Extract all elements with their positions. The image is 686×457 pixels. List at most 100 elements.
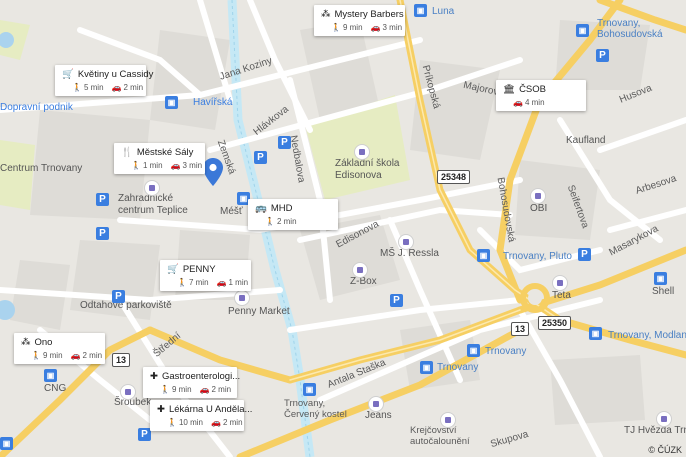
place-label: MŠ J. Ressla (380, 248, 439, 259)
walk-time: 🚶 7 min (177, 278, 209, 287)
walk-time: 🚶 1 min (131, 161, 163, 170)
drive-time: 🚗 2 min (210, 418, 243, 427)
place-label: Trnovany, Modlanská (608, 330, 686, 341)
poi-card-mestske-saly[interactable]: 🍴 Městské Sály 🚶 1 min 🚗 3 min (114, 143, 205, 174)
car-icon: 🚗 (170, 161, 181, 170)
poi-title: Mystery Barbers (334, 9, 404, 20)
car-icon: 🚗 (111, 83, 122, 92)
walk-icon: 🚶 (131, 161, 141, 170)
cart-icon: 🛒 (167, 264, 179, 275)
parking-icon[interactable]: P (96, 227, 109, 240)
shop-icon[interactable] (352, 262, 368, 278)
bus-stop-icon[interactable]: ▣ (576, 24, 589, 37)
bus-stop-icon[interactable]: ▣ (477, 249, 490, 262)
place-label: OBI (530, 203, 548, 214)
location-pin-icon[interactable] (203, 158, 223, 186)
bus-icon: 🚌 (255, 203, 267, 214)
place-label: Shell (652, 286, 675, 297)
shop-icon[interactable] (234, 290, 250, 306)
route-shield: 25348 (437, 170, 471, 184)
parking-icon[interactable]: P (112, 290, 125, 303)
place-label: Šroubek (114, 397, 152, 408)
route-shield: 25350 (538, 316, 572, 330)
bus-stop-icon[interactable]: ▣ (0, 437, 13, 450)
bus-stop-icon[interactable]: ▣ (420, 361, 433, 374)
shop-icon[interactable] (440, 412, 456, 428)
plus-icon: ✚ (150, 371, 158, 382)
tree-icon: ⁂ (321, 9, 331, 20)
school-icon[interactable] (398, 234, 414, 250)
parking-icon[interactable]: P (254, 151, 267, 164)
poi-title: Lékárna U Anděla... (168, 404, 253, 415)
poi-card-penny[interactable]: 🛒 PENNY 🚶 7 min 🚗 1 min (160, 260, 251, 291)
route-shield: 13 (511, 322, 530, 336)
poi-title: Městské Sály (136, 147, 194, 158)
bus-stop-icon[interactable]: ▣ (414, 4, 427, 17)
poi-card-mystery-barbers[interactable]: ⁂ Mystery Barbers 🚶 9 min 🚗 3 min (314, 5, 405, 36)
poi-card-ono[interactable]: ⁂ Ono 🚶 9 min 🚗 2 min (14, 333, 105, 364)
street-label: Havířská (193, 97, 233, 108)
cart-icon: 🛒 (62, 69, 74, 80)
shop-icon[interactable] (552, 275, 568, 291)
bank-icon: 🏛 (503, 84, 516, 95)
map-canvas[interactable]: Havířská Jana Koziny Hlávkova Zemská Ned… (0, 0, 686, 457)
place-label: Z-Box (350, 276, 377, 287)
bus-stop-icon[interactable]: ▣ (165, 96, 178, 109)
poi-card-kvetiny[interactable]: 🛒 Květiny u Cassidy 🚶 5 min 🚗 2 min (55, 65, 153, 96)
copyright-label: © ČÚZK (648, 445, 682, 455)
parking-icon[interactable]: P (596, 49, 609, 62)
place-label: Zahradnické centrum Teplice (118, 193, 188, 216)
walk-icon: 🚶 (167, 418, 177, 427)
street-label: Dopravní podnik (0, 102, 73, 113)
shop-icon[interactable] (368, 396, 384, 412)
bus-stop-icon[interactable]: ▣ (467, 344, 480, 357)
place-label: Trnovany (437, 362, 479, 373)
poi-card-mhd[interactable]: 🚌 MHD 🚶 2 min (248, 199, 338, 230)
poi-card-csob[interactable]: 🏛 ČSOB 🚗 4 min (496, 80, 586, 111)
poi-card-gastro[interactable]: ✚ Gastroenterologi... 🚶 9 min 🚗 2 min (143, 367, 240, 398)
poi-title: Ono (34, 337, 53, 348)
walk-time: 🚶 10 min (167, 418, 203, 427)
bus-stop-icon[interactable]: ▣ (654, 272, 667, 285)
shop-icon[interactable] (120, 384, 136, 400)
walk-time: 🚶 5 min (72, 83, 104, 92)
poi-title: MHD (270, 203, 293, 214)
place-label: Méšť (220, 206, 243, 217)
place-label: Teta (552, 290, 571, 301)
shop-icon[interactable] (144, 180, 160, 196)
place-label: Centrum Trnovany (0, 163, 83, 174)
place-label: Odtahové parkoviště (80, 300, 172, 311)
school-icon[interactable] (354, 144, 370, 160)
car-icon: 🚗 (70, 351, 81, 360)
tree-icon: ⁂ (21, 337, 31, 348)
place-label: Trnovany, Bohosudovská (597, 18, 663, 40)
place-label: Penny Market (228, 306, 290, 317)
walk-time: 🚶 9 min (160, 385, 192, 394)
street-label: Trnovany, Červený kostel (284, 398, 347, 420)
place-label: Základní škola Edisonova (335, 158, 400, 181)
parking-icon[interactable]: P (278, 136, 291, 149)
place-label: TJ Hvězda Trno (624, 425, 686, 436)
shop-icon[interactable] (656, 411, 672, 427)
bus-stop-icon[interactable]: ▣ (44, 369, 57, 382)
place-label: Luna (432, 6, 455, 17)
poi-title: ČSOB (519, 84, 546, 95)
car-icon: 🚗 (199, 385, 210, 394)
plus-icon: ✚ (157, 404, 165, 415)
place-label: Trnovany, Pluto (503, 251, 572, 262)
car-icon: 🚗 (513, 98, 523, 107)
place-label: CNG (44, 383, 67, 394)
poi-card-lekarna[interactable]: ✚ Lékárna U Anděla... 🚶 10 min 🚗 2 min (150, 400, 252, 431)
bus-stop-icon[interactable]: ▣ (589, 327, 602, 340)
parking-icon[interactable]: P (578, 248, 591, 261)
shop-icon[interactable] (530, 188, 546, 204)
parking-icon[interactable]: P (96, 193, 109, 206)
walk-icon: 🚶 (265, 217, 275, 226)
walk-time: 🚶 2 min (265, 217, 297, 226)
bus-stop-icon[interactable]: ▣ (303, 383, 316, 396)
car-icon: 🚗 (210, 418, 221, 427)
drive-time: 🚗 3 min (170, 161, 203, 170)
walk-icon: 🚶 (31, 351, 41, 360)
parking-icon[interactable]: P (390, 294, 403, 307)
street-label: Krejčovství autočalounění (410, 425, 470, 447)
